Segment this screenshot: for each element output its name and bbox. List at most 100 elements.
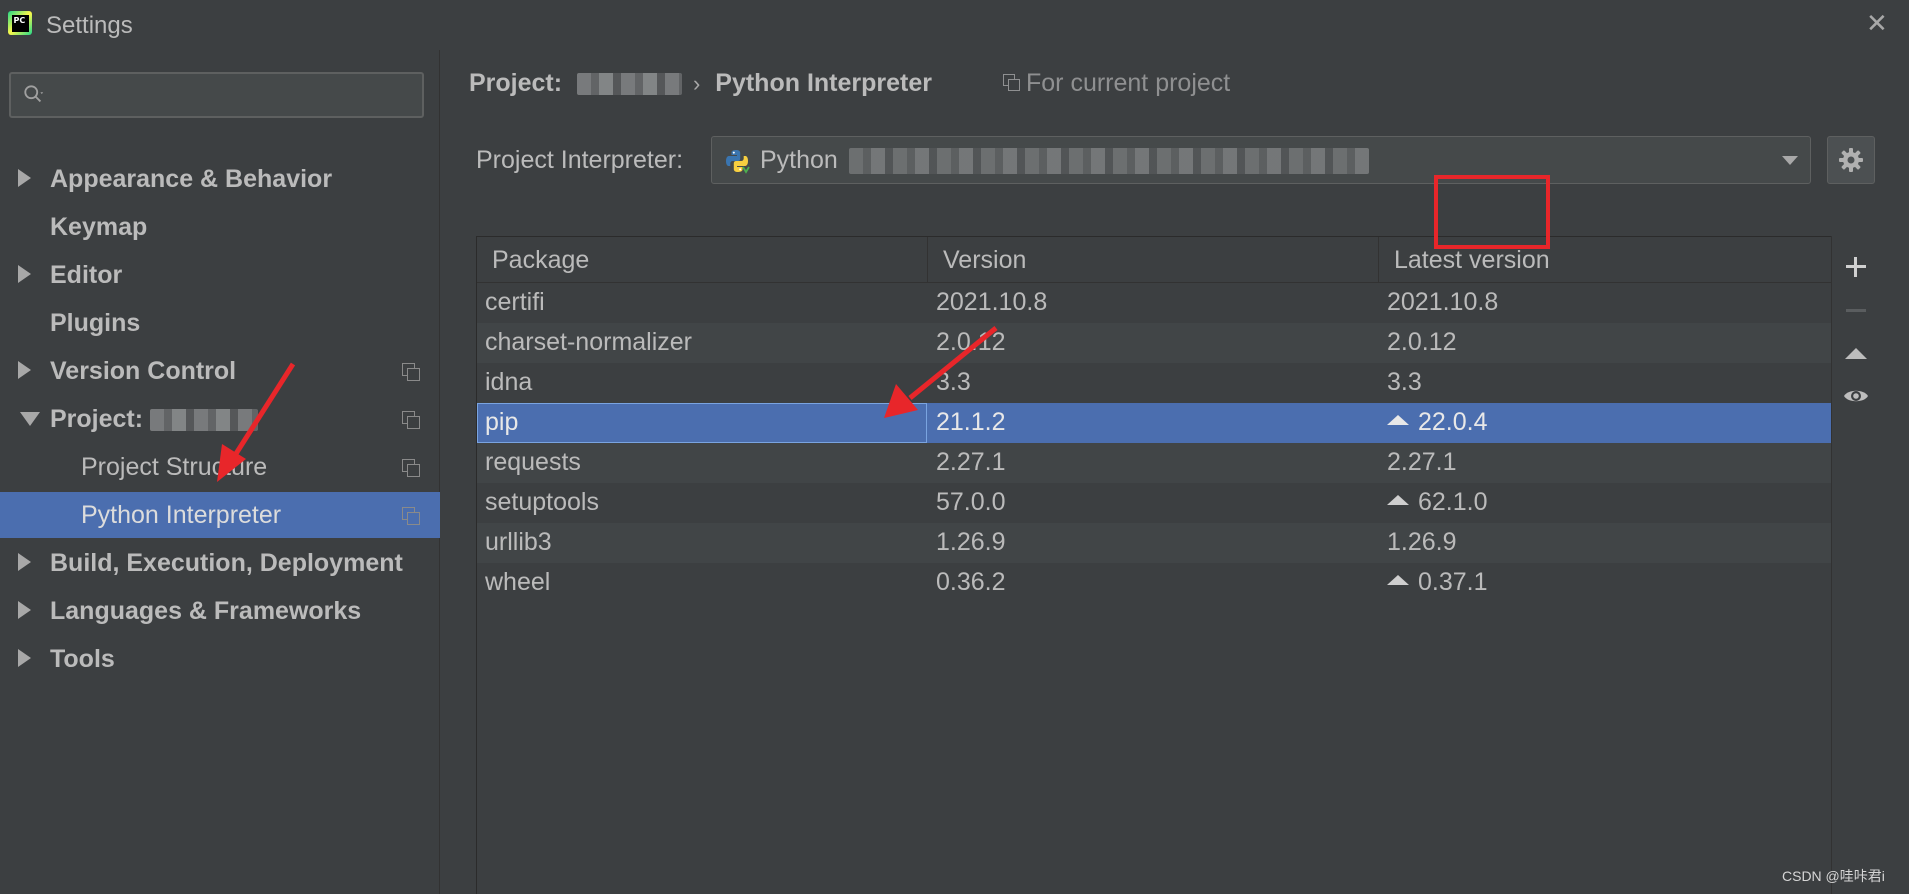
for-current-project-text: For current project [1026,69,1231,97]
breadcrumb-project[interactable]: Project: [469,69,562,97]
upgrade-available-icon [1387,575,1409,586]
title-bar: PC Settings ✕ [0,0,1909,50]
sidebar-item-version-control[interactable]: Version Control [0,348,440,394]
copy-icon [1003,73,1020,91]
interpreter-name: Python [760,146,838,174]
latest-version-cell: 62.1.0 [1379,483,1832,523]
column-header-package[interactable]: Package [477,237,928,283]
latest-version-cell: 0.37.1 [1379,563,1832,603]
interpreter-value: Python [760,146,1369,175]
table-empty-area [477,603,1832,894]
sidebar-item-project-structure[interactable]: Project Structure [0,444,440,490]
sidebar-item-label: Plugins [50,309,141,337]
version-cell: 2021.10.8 [936,288,1048,316]
version-cell: 21.1.2 [936,408,1006,436]
package-cell: idna [485,368,533,396]
project-interpreter-select[interactable]: Python [711,136,1811,184]
table-row[interactable]: urllib3 1.26.9 1.26.9 [477,523,1832,563]
sidebar-item-tools[interactable]: Tools [0,636,440,682]
table-row-selected[interactable]: pip 21.1.2 22.0.4 [477,403,1832,443]
table-row[interactable]: idna 3.3 3.3 [477,363,1832,403]
sidebar-item-label: Python Interpreter [81,501,282,529]
sidebar-item-label: Languages & Frameworks [50,597,362,625]
redacted-project-name [150,409,259,432]
version-cell: 3.3 [936,368,971,396]
version-cell: 57.0.0 [936,488,1006,516]
copy-icon [402,411,420,429]
copy-icon [402,507,420,525]
project-interpreter-label: Project Interpreter: [476,146,684,174]
sidebar-item-python-interpreter[interactable]: Python Interpreter [0,492,440,538]
show-early-releases-button[interactable] [1832,376,1880,416]
sidebar-item-label: Project Structure [81,453,268,481]
latest-version-text: 0.37.1 [1418,568,1488,596]
sidebar-item-label: Tools [50,645,115,673]
add-package-button[interactable] [1832,246,1880,286]
expand-arrow-icon[interactable] [18,265,31,283]
remove-package-button[interactable] [1832,290,1880,330]
version-cell: 1.26.9 [936,528,1006,556]
sidebar-item-build-execution-deployment[interactable]: Build, Execution, Deployment [0,540,440,586]
package-cell: wheel [485,568,551,596]
table-row[interactable]: wheel 0.36.2 0.37.1 [477,563,1832,603]
python-logo-icon [726,150,750,174]
redacted-project-name [577,73,683,96]
latest-version-text: 62.1.0 [1418,488,1488,516]
sidebar-item-languages-frameworks[interactable]: Languages & Frameworks [0,588,440,634]
latest-version-cell: 22.0.4 [1379,403,1832,443]
sidebar-item-label: Editor [50,261,123,289]
packages-table: Package Version Latest version certifi 2… [476,236,1832,894]
package-actions-toolbar [1831,236,1879,894]
redacted-interpreter-path [848,148,1369,175]
table-row[interactable]: charset-normalizer 2.0.12 2.0.12 [477,323,1832,363]
sidebar-item-label: Project: [50,405,259,434]
column-header-latest-version[interactable]: Latest version [1379,237,1832,283]
sidebar-item-editor[interactable]: Editor [0,252,440,298]
sidebar-item-keymap[interactable]: Keymap [0,204,440,250]
expand-arrow-icon[interactable] [18,601,31,619]
breadcrumb: Project: › Python Interpreter [469,69,932,98]
package-cell: urllib3 [485,528,552,556]
column-header-version[interactable]: Version [928,237,1379,283]
settings-search-input[interactable] [9,72,424,118]
package-cell: pip [477,403,927,443]
latest-version-cell: 2.0.12 [1387,328,1457,356]
expand-arrow-icon[interactable] [18,553,31,571]
version-cell: 2.27.1 [936,448,1006,476]
collapse-arrow-icon[interactable] [20,412,40,426]
table-row[interactable]: setuptools 57.0.0 62.1.0 [477,483,1832,523]
expand-arrow-icon[interactable] [18,649,31,667]
version-cell: 0.36.2 [936,568,1006,596]
watermark-text: CSDN @哇咔君i [1782,868,1885,884]
window-title: Settings [46,12,133,39]
gear-icon [1839,148,1863,172]
version-cell: 2.0.12 [936,328,1006,356]
sidebar-item-plugins[interactable]: Plugins [0,300,440,346]
sidebar-item-label: Keymap [50,213,148,241]
pycharm-app-icon: PC [8,11,32,35]
latest-version-cell: 3.3 [1387,368,1422,396]
table-row[interactable]: requests 2.27.1 2.27.1 [477,443,1832,483]
dropdown-arrow-icon[interactable] [1782,156,1798,165]
package-cell: charset-normalizer [485,328,693,356]
sidebar-item-project[interactable]: Project: [0,396,440,442]
for-current-project-note: For current project [1003,69,1230,98]
expand-arrow-icon[interactable] [18,361,31,379]
sidebar-item-appearance-behavior[interactable]: Appearance & Behavior [0,156,440,202]
interpreter-settings-button[interactable] [1827,136,1875,184]
eye-icon [1844,390,1868,402]
latest-version-cell: 1.26.9 [1387,528,1457,556]
package-cell: certifi [485,288,545,316]
latest-version-text: 22.0.4 [1418,408,1488,436]
latest-version-cell: 2.27.1 [1387,448,1457,476]
sidebar-item-label: Version Control [50,357,237,385]
search-icon [24,85,44,103]
upgrade-package-button[interactable] [1832,334,1880,374]
expand-arrow-icon[interactable] [18,169,31,187]
upgrade-available-icon [1387,495,1409,506]
close-window-icon[interactable]: ✕ [1866,8,1888,39]
app-icon-text: PC [11,14,29,32]
breadcrumb-current: Python Interpreter [715,69,932,97]
table-row[interactable]: certifi 2021.10.8 2021.10.8 [477,283,1832,323]
latest-version-cell: 2021.10.8 [1387,288,1499,316]
